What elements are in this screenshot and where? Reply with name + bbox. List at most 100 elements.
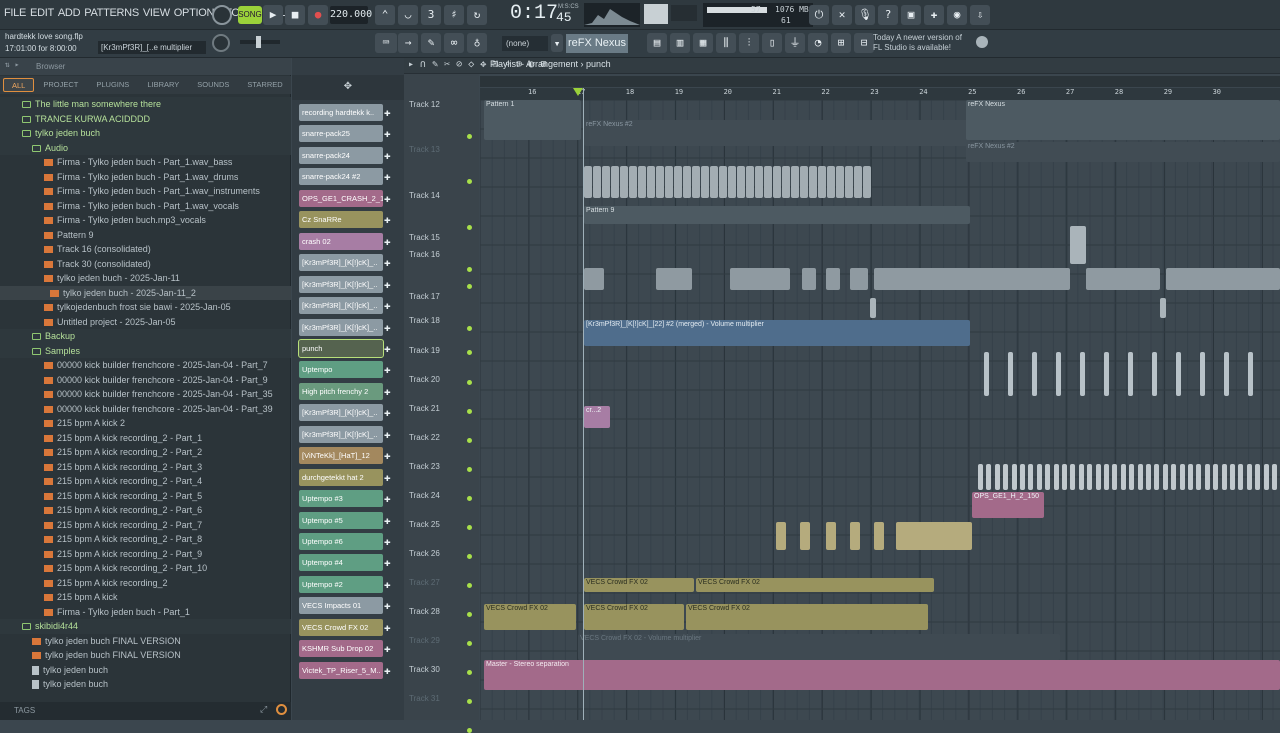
- clip-pattern-block[interactable]: [593, 166, 601, 198]
- channel-add-icon[interactable]: ✚: [384, 469, 391, 486]
- cart-icon[interactable]: ⊞: [831, 33, 851, 53]
- channel-add-icon[interactable]: ✚: [384, 276, 391, 293]
- channel-button[interactable]: [Kr3mPf3R]_[K[!]cK]_..: [299, 297, 383, 315]
- clip-track23-block[interactable]: [1154, 464, 1160, 490]
- clip-crowd-2[interactable]: VECS Crowd FX 02: [696, 578, 934, 592]
- channel-button[interactable]: Uptempo: [299, 361, 383, 379]
- clip-track16-block[interactable]: [584, 268, 604, 290]
- channel-button[interactable]: VECS Crowd FX 02: [299, 618, 383, 636]
- clip-track23-block[interactable]: [1179, 464, 1185, 490]
- track-enable-icon[interactable]: [467, 267, 472, 272]
- browser-file[interactable]: 00000 kick builder frenchcore - 2025-Jan…: [0, 402, 291, 417]
- clip-pattern-block[interactable]: [800, 166, 808, 198]
- clip-track23-block[interactable]: [1246, 464, 1252, 490]
- track-label[interactable]: Track 24: [409, 491, 440, 500]
- track-enable-icon[interactable]: [467, 326, 472, 331]
- track-label[interactable]: Track 12: [409, 100, 440, 109]
- clip-uptempo-block[interactable]: [826, 522, 836, 550]
- browser-tab-all[interactable]: ALL: [3, 78, 35, 92]
- track-enable-icon[interactable]: [467, 438, 472, 443]
- browser-file[interactable]: Firma - Tylko jeden buch.mp3_vocals: [0, 213, 291, 228]
- channel-add-icon[interactable]: ✚: [384, 125, 391, 142]
- track-enable-icon[interactable]: [467, 583, 472, 588]
- channel-add-icon[interactable]: ✚: [384, 662, 391, 679]
- clip-pattern-block[interactable]: [845, 166, 853, 198]
- channel-add-icon[interactable]: ✚: [384, 533, 391, 550]
- clip-pattern-block[interactable]: [683, 166, 691, 198]
- clip-track16-block[interactable]: [730, 268, 790, 290]
- tags-bar[interactable]: TAGS: [0, 702, 291, 720]
- track-enable-icon[interactable]: [467, 350, 472, 355]
- browser-file[interactable]: 00000 kick builder frenchcore - 2025-Jan…: [0, 373, 291, 388]
- channel-button[interactable]: Uptempo #5: [299, 511, 383, 529]
- clip-nexus-left[interactable]: reFX Nexus #2: [584, 120, 970, 146]
- clip-crowd-1[interactable]: VECS Crowd FX 02: [584, 578, 694, 592]
- playhead-marker-icon[interactable]: [573, 88, 583, 96]
- clip-uptempo-block[interactable]: [874, 522, 884, 550]
- clip-track15-block[interactable]: [1070, 226, 1086, 264]
- clip-crowd-5[interactable]: VECS Crowd FX 02: [686, 604, 928, 630]
- browser-folder[interactable]: Backup: [0, 329, 291, 344]
- clip-pattern-block[interactable]: [602, 166, 610, 198]
- wait-input-icon[interactable]: ◡: [398, 5, 418, 25]
- menu-add[interactable]: ADD: [58, 7, 81, 19]
- track-enable-icon[interactable]: [467, 641, 472, 646]
- channel-add-icon[interactable]: ✚: [384, 490, 391, 507]
- track-label[interactable]: Track 25: [409, 520, 440, 529]
- clip-nexus-right-2[interactable]: reFX Nexus #2: [966, 142, 1280, 162]
- clip-pattern-block[interactable]: [710, 166, 718, 198]
- metronome-icon[interactable]: ⌃: [375, 5, 395, 25]
- download-icon[interactable]: ⇩: [970, 5, 990, 25]
- browser-file[interactable]: 215 bpm A kick: [0, 590, 291, 605]
- channel-add-icon[interactable]: ✚: [384, 254, 391, 271]
- browser-file[interactable]: 215 bpm A kick recording_2 - Part_3: [0, 460, 291, 475]
- browser-file[interactable]: tylko jeden buch FINAL VERSION: [0, 634, 291, 649]
- clip-track16-block[interactable]: [1166, 268, 1280, 290]
- menu-file[interactable]: FILE: [4, 7, 26, 19]
- channel-add-icon[interactable]: ✚: [384, 233, 391, 250]
- mixer-sliders-icon[interactable]: ⫼: [716, 33, 736, 53]
- clip-pattern-block[interactable]: [755, 166, 763, 198]
- channel-add-icon[interactable]: ✚: [384, 190, 391, 207]
- clip-track23-block[interactable]: [1028, 464, 1034, 490]
- master-pitch-slider[interactable]: [240, 36, 280, 48]
- clip-track20-block[interactable]: [1080, 352, 1085, 396]
- clip-uptempo-block[interactable]: [800, 522, 810, 550]
- clip-pattern-block[interactable]: [854, 166, 862, 198]
- channel-add-icon[interactable]: ✚: [384, 168, 391, 185]
- clip-ops-crash[interactable]: OPS_GE1_H_2_150: [972, 492, 1044, 518]
- menu-patterns[interactable]: PATTERNS: [84, 7, 139, 19]
- browser-file[interactable]: tylkojedenbuch frost sie bawi - 2025-Jan…: [0, 300, 291, 315]
- clip-pattern-block[interactable]: [827, 166, 835, 198]
- clip-pattern-block[interactable]: [647, 166, 655, 198]
- clip-track23-block[interactable]: [1238, 464, 1244, 490]
- track-enable-icon[interactable]: [467, 554, 472, 559]
- clip-crowd-4[interactable]: VECS Crowd FX 02: [584, 604, 684, 630]
- channel-button[interactable]: Victek_TP_Riser_5_M..: [299, 661, 383, 679]
- track-label[interactable]: Track 20: [409, 375, 440, 384]
- playhead[interactable]: [583, 88, 584, 720]
- browser-file[interactable]: 00000 kick builder frenchcore - 2025-Jan…: [0, 358, 291, 373]
- clip-pattern-block[interactable]: [611, 166, 619, 198]
- channel-button[interactable]: OPS_GE1_CRASH_2_1..: [299, 189, 383, 207]
- sliders-icon[interactable]: ⫶: [739, 33, 759, 53]
- arrow-icon[interactable]: →: [398, 33, 418, 53]
- plugin-icon[interactable]: ✚: [924, 5, 944, 25]
- clip-track20-block[interactable]: [1176, 352, 1181, 396]
- browser-tab-library[interactable]: LIBRARY: [138, 76, 188, 94]
- track-label[interactable]: Track 17: [409, 292, 440, 301]
- track-label[interactable]: Track 18: [409, 316, 440, 325]
- clip-track23-block[interactable]: [978, 464, 983, 490]
- clip-track23-block[interactable]: [1003, 464, 1009, 490]
- channel-button[interactable]: crash 02: [299, 232, 383, 250]
- browser-file[interactable]: 215 bpm A kick recording_2 - Part_2: [0, 445, 291, 460]
- browser-file[interactable]: 215 bpm A kick recording_2 - Part_1: [0, 431, 291, 446]
- track-label[interactable]: Track 13: [409, 145, 440, 154]
- clip-pattern-block[interactable]: [818, 166, 826, 198]
- channel-button[interactable]: High pitch frenchy 2: [299, 382, 383, 400]
- browser-tab-sounds[interactable]: SOUNDS: [188, 76, 238, 94]
- browser-file[interactable]: Firma - Tylko jeden buch - Part_1.wav_dr…: [0, 170, 291, 185]
- clip-track23-block[interactable]: [1196, 464, 1202, 490]
- clip-pattern-9[interactable]: Pattern 9: [584, 206, 970, 224]
- clip-track23-block[interactable]: [1095, 464, 1101, 490]
